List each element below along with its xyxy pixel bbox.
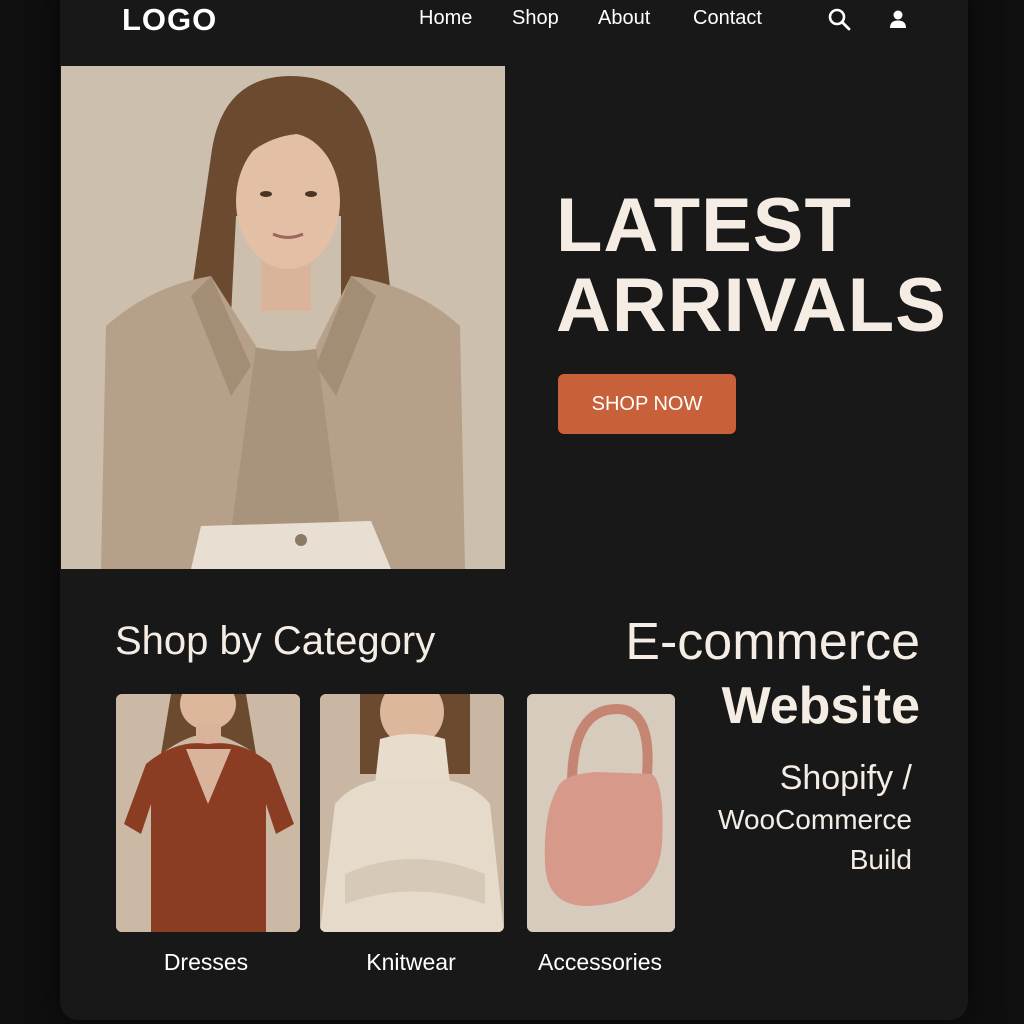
promo-subtitle-line1: Shopify / <box>779 759 912 797</box>
promo-title: E-commerce Website <box>625 610 920 738</box>
hero-image <box>61 66 505 569</box>
nav-home[interactable]: Home <box>419 7 472 30</box>
hero-title-line2: ARRIVALS <box>556 263 947 348</box>
search-icon[interactable] <box>826 6 852 32</box>
user-icon[interactable] <box>885 6 911 32</box>
nav-about[interactable]: About <box>598 7 650 30</box>
category-label-knitwear[interactable]: Knitwear <box>320 949 502 976</box>
promo-title-line2: Website <box>721 677 920 735</box>
promo-subtitle-line2: WooCommerce <box>718 804 912 835</box>
category-heading: Shop by Category <box>115 619 436 663</box>
promo-subtitle: Shopify / WooCommerce Build <box>718 756 912 880</box>
category-card-dresses[interactable] <box>116 694 300 932</box>
nav-shop[interactable]: Shop <box>512 7 559 30</box>
category-label-dresses[interactable]: Dresses <box>116 949 296 976</box>
promo-subtitle-line3: Build <box>849 844 912 875</box>
category-card-knitwear[interactable] <box>320 694 504 932</box>
logo[interactable]: LOGO <box>122 2 217 38</box>
category-label-accessories[interactable]: Accessories <box>527 949 673 976</box>
promo-title-line1: E-commerce <box>625 613 920 671</box>
hero-title: LATEST ARRIVALS <box>556 186 947 346</box>
hero-title-line1: LATEST <box>556 183 852 268</box>
nav-contact[interactable]: Contact <box>693 7 762 30</box>
shop-now-button[interactable]: SHOP NOW <box>558 374 736 434</box>
